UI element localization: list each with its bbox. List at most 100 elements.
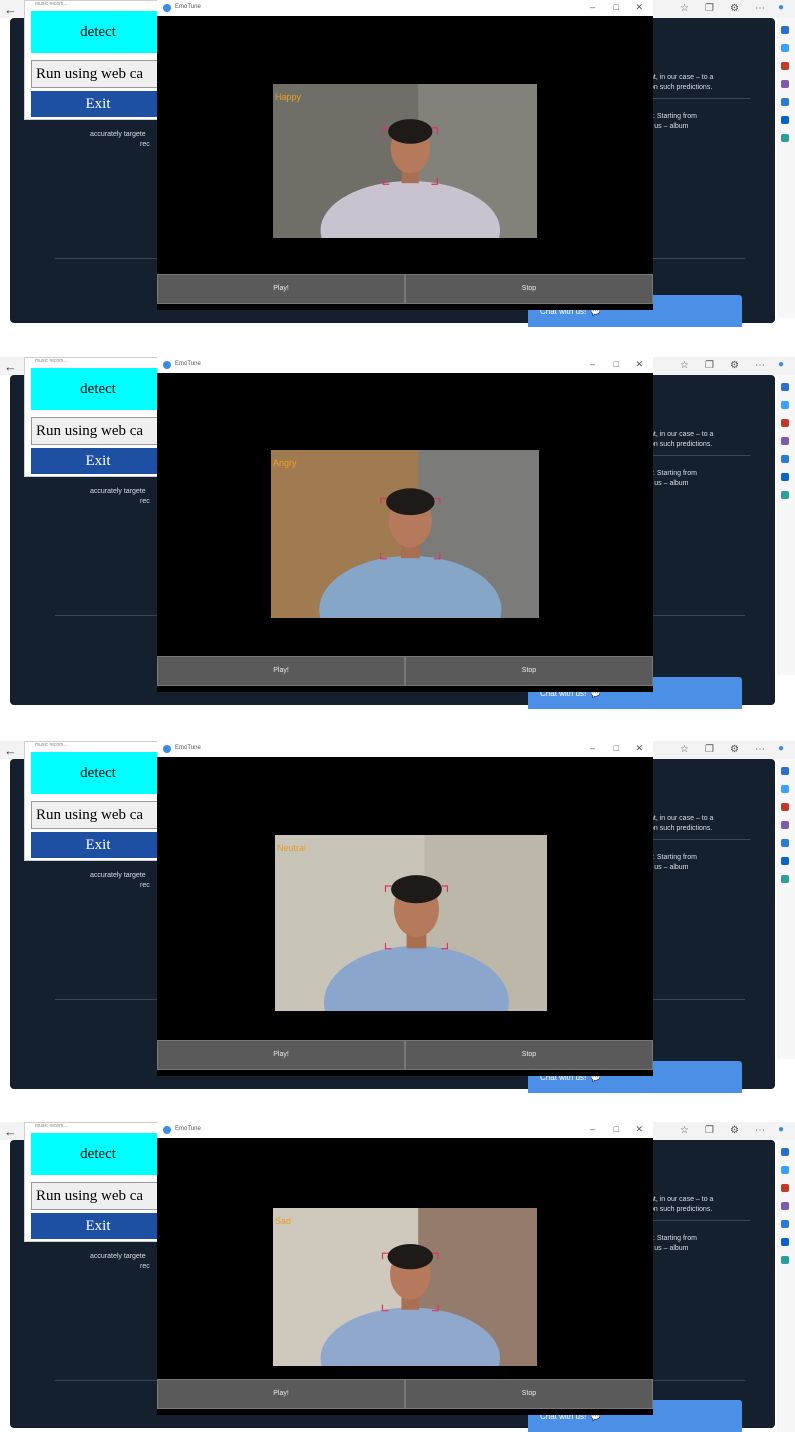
profile-icon[interactable]: ● [778,2,784,13]
office-icon[interactable] [781,98,789,106]
control-window: music recom... detect Run using web ca E… [24,357,165,477]
back-arrow-icon[interactable]: ← [4,2,17,17]
webcam-frame: Sad [273,1208,537,1366]
close-icon[interactable]: ✕ [635,2,643,13]
maximize-icon[interactable]: □ [614,2,619,12]
collections-icon[interactable]: ❐ [705,3,714,14]
profile-icon[interactable]: ● [778,359,784,370]
run-webcam-button[interactable]: Run using web ca [31,1182,165,1210]
briefcase-icon[interactable] [781,803,789,811]
people-icon[interactable] [781,1202,789,1210]
page-text-line: y. Starting from [650,1235,697,1242]
page-divider [650,455,750,456]
run-webcam-button[interactable]: Run using web ca [31,60,165,88]
stop-button[interactable]: Stop [405,274,653,304]
run-webcam-button[interactable]: Run using web ca [31,801,165,829]
play-button[interactable]: Play! [157,1379,405,1409]
send-icon[interactable] [781,1256,789,1264]
collections-icon[interactable]: ❐ [705,360,714,371]
back-arrow-icon[interactable]: ← [4,1124,17,1139]
outlook-icon[interactable] [781,473,789,481]
play-button[interactable]: Play! [157,1040,405,1070]
diamond-icon[interactable] [781,44,789,52]
browser-sidebar [777,375,795,675]
search-icon[interactable] [781,26,789,34]
favorites-icon[interactable]: ☆ [680,3,689,14]
favorites-icon[interactable]: ☆ [680,744,689,755]
video-window: EmoTune – □ ✕ Happy Play! Stop [157,0,653,310]
minimize-icon[interactable]: – [590,1124,595,1134]
page-text-line: nt, in our case – to a [650,431,714,438]
briefcase-icon[interactable] [781,1184,789,1192]
extensions-icon[interactable]: ⚙ [730,1125,739,1136]
detect-button[interactable]: detect [31,1133,165,1175]
briefcase-icon[interactable] [781,62,789,70]
play-button[interactable]: Play! [157,274,405,304]
stop-button[interactable]: Stop [405,656,653,686]
search-icon[interactable] [781,383,789,391]
office-icon[interactable] [781,1220,789,1228]
exit-button[interactable]: Exit [31,448,165,474]
favorites-icon[interactable]: ☆ [680,360,689,371]
diamond-icon[interactable] [781,1166,789,1174]
video-window-title: EmoTune [175,4,201,10]
outlook-icon[interactable] [781,1238,789,1246]
extensions-icon[interactable]: ⚙ [730,3,739,14]
emotion-label: Neutral [277,843,307,853]
page-text-left: accurately targete [90,1253,146,1260]
page-text-left: rec [140,141,150,148]
play-button[interactable]: Play! [157,656,405,686]
minimize-icon[interactable]: – [590,743,595,753]
close-icon[interactable]: ✕ [635,359,643,370]
extensions-icon[interactable]: ⚙ [730,360,739,371]
detect-button[interactable]: detect [31,11,165,53]
search-icon[interactable] [781,1148,789,1156]
more-icon[interactable]: ⋯ [755,744,765,755]
minimize-icon[interactable]: – [590,2,595,12]
back-arrow-icon[interactable]: ← [4,359,17,374]
more-icon[interactable]: ⋯ [755,360,765,371]
close-icon[interactable]: ✕ [635,1124,643,1135]
maximize-icon[interactable]: □ [614,359,619,369]
outlook-icon[interactable] [781,116,789,124]
people-icon[interactable] [781,80,789,88]
detect-button[interactable]: detect [31,368,165,410]
exit-button[interactable]: Exit [31,1213,165,1239]
more-icon[interactable]: ⋯ [755,3,765,14]
stop-button[interactable]: Stop [405,1040,653,1070]
page-text-line: r us – album [650,480,689,487]
send-icon[interactable] [781,134,789,142]
send-icon[interactable] [781,491,789,499]
browser-sidebar [777,18,795,318]
minimize-icon[interactable]: – [590,359,595,369]
diamond-icon[interactable] [781,401,789,409]
profile-icon[interactable]: ● [778,743,784,754]
maximize-icon[interactable]: □ [614,743,619,753]
exit-button[interactable]: Exit [31,832,165,858]
detect-button[interactable]: detect [31,752,165,794]
extensions-icon[interactable]: ⚙ [730,744,739,755]
office-icon[interactable] [781,839,789,847]
people-icon[interactable] [781,821,789,829]
favorites-icon[interactable]: ☆ [680,1125,689,1136]
people-icon[interactable] [781,437,789,445]
maximize-icon[interactable]: □ [614,1124,619,1134]
stop-button[interactable]: Stop [405,1379,653,1409]
screenshot-panel-3: ← ☆ ❐ ⚙ ⋯ ● nt, in our case – to a on su… [0,741,795,1093]
outlook-icon[interactable] [781,857,789,865]
exit-button[interactable]: Exit [31,91,165,117]
more-icon[interactable]: ⋯ [755,1125,765,1136]
collections-icon[interactable]: ❐ [705,1125,714,1136]
run-webcam-button[interactable]: Run using web ca [31,417,165,445]
diamond-icon[interactable] [781,785,789,793]
close-icon[interactable]: ✕ [635,743,643,754]
back-arrow-icon[interactable]: ← [4,743,17,758]
search-icon[interactable] [781,767,789,775]
office-icon[interactable] [781,455,789,463]
briefcase-icon[interactable] [781,419,789,427]
send-icon[interactable] [781,875,789,883]
emotion-label: Sad [275,1216,292,1226]
collections-icon[interactable]: ❐ [705,744,714,755]
profile-icon[interactable]: ● [778,1124,784,1135]
page-text-left: accurately targete [90,488,146,495]
